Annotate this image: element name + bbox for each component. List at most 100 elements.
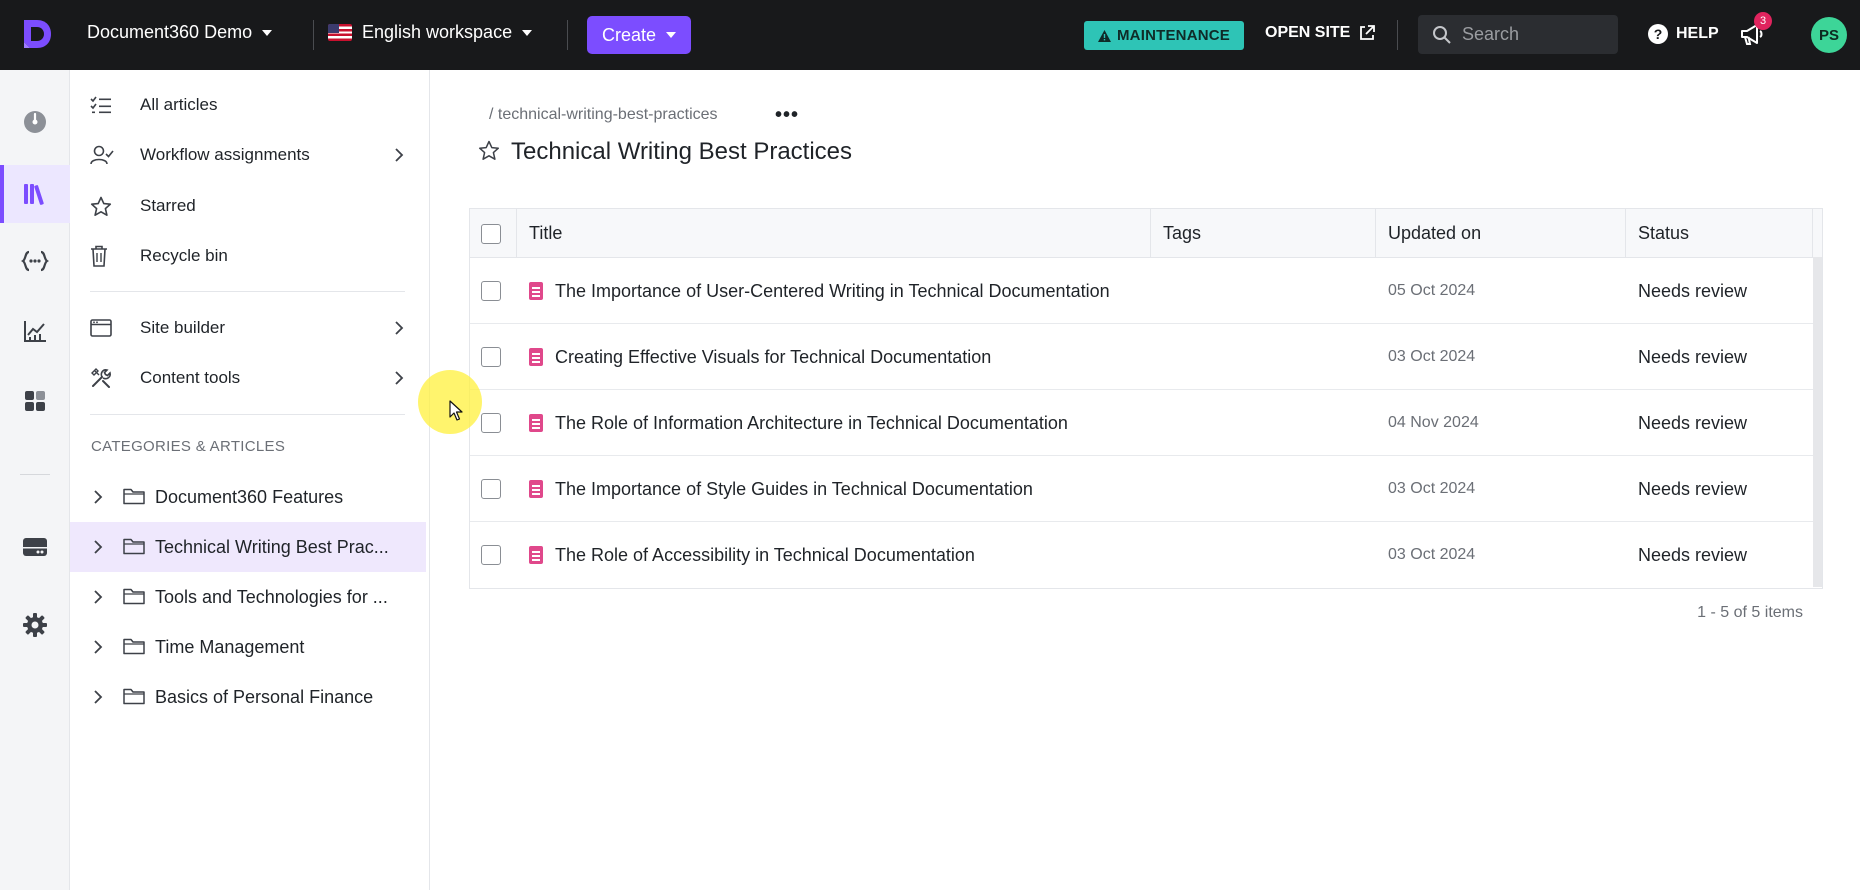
article-title-link[interactable]: The Role of Information Architecture in … xyxy=(555,413,1068,434)
table-row[interactable]: Creating Effective Visuals for Technical… xyxy=(470,324,1822,390)
search-input[interactable] xyxy=(1462,24,1602,45)
article-title-link[interactable]: The Role of Accessibility in Technical D… xyxy=(555,545,975,566)
article-icon xyxy=(529,414,543,432)
sidebar-item-label: Site builder xyxy=(140,318,226,337)
article-title-link[interactable]: The Importance of Style Guides in Techni… xyxy=(555,479,1033,500)
sidebar-item-site-builder[interactable]: Site builder xyxy=(90,308,410,348)
category-item[interactable]: Time Management xyxy=(70,622,426,672)
column-header-updated-on[interactable]: Updated on xyxy=(1388,209,1481,258)
chevron-right-icon[interactable] xyxy=(93,689,103,705)
api-docs-icon[interactable] xyxy=(0,232,70,290)
open-site-label: OPEN SITE xyxy=(1265,24,1351,41)
sidebar-item-content-tools[interactable]: Content tools xyxy=(90,358,410,398)
category-item[interactable]: Tools and Technologies for ... xyxy=(70,572,426,622)
column-header-status[interactable]: Status xyxy=(1638,209,1689,258)
folder-icon xyxy=(123,638,145,655)
divider xyxy=(90,414,405,415)
avatar[interactable]: PS xyxy=(1811,17,1847,53)
chevron-right-icon xyxy=(395,321,404,335)
maintenance-badge[interactable]: MAINTENANCE xyxy=(1084,21,1244,50)
external-link-icon xyxy=(1360,25,1376,40)
star-icon[interactable] xyxy=(478,140,500,161)
breadcrumb[interactable]: / technical-writing-best-practices xyxy=(489,106,718,124)
divider xyxy=(567,20,568,50)
article-title-link[interactable]: Creating Effective Visuals for Technical… xyxy=(555,347,991,368)
select-all-checkbox[interactable] xyxy=(481,223,501,244)
open-site-link[interactable]: OPEN SITE xyxy=(1265,24,1376,42)
category-name: Tools and Technologies for ... xyxy=(155,587,388,607)
column-header-title[interactable]: Title xyxy=(529,209,562,258)
folder-icon xyxy=(123,588,145,605)
help-label: HELP xyxy=(1676,25,1719,42)
table-row[interactable]: The Role of Accessibility in Technical D… xyxy=(470,522,1822,588)
analytics-icon[interactable] xyxy=(0,302,70,360)
article-icon xyxy=(529,348,543,366)
category-name: Time Management xyxy=(155,637,305,657)
us-flag-icon xyxy=(328,24,352,41)
chevron-right-icon[interactable] xyxy=(93,589,103,605)
column-divider xyxy=(516,209,517,258)
drive-icon[interactable] xyxy=(0,518,70,576)
updated-date: 03 Oct 2024 xyxy=(1388,348,1476,365)
sidebar-item-workflow-assignments[interactable]: Workflow assignments xyxy=(90,135,410,175)
more-options-button[interactable]: ••• xyxy=(775,104,799,127)
articles-table: Title Tags Updated on Status The Importa… xyxy=(469,208,1823,589)
table-row[interactable]: The Importance of Style Guides in Techni… xyxy=(470,456,1822,522)
category-item-active[interactable]: Technical Writing Best Prac... xyxy=(70,522,426,572)
pagination-summary: 1 - 5 of 5 items xyxy=(1697,604,1803,621)
updated-date: 03 Oct 2024 xyxy=(1388,480,1476,497)
sidebar-item-all-articles[interactable]: All articles xyxy=(90,85,410,125)
sidebar-item-label: Starred xyxy=(140,196,196,215)
column-divider xyxy=(1150,209,1151,258)
table-row[interactable]: The Importance of User-Centered Writing … xyxy=(470,258,1822,324)
column-divider xyxy=(1625,209,1626,258)
sidebar-item-recycle-bin[interactable]: Recycle bin xyxy=(90,236,410,276)
row-checkbox[interactable] xyxy=(481,281,501,301)
workspace-name: English workspace xyxy=(362,22,513,42)
article-icon xyxy=(529,282,543,300)
updated-date: 04 Nov 2024 xyxy=(1388,414,1479,431)
row-checkbox[interactable] xyxy=(481,545,501,565)
table-scrollbar[interactable] xyxy=(1813,257,1822,587)
page-title: Technical Writing Best Practices xyxy=(511,138,853,165)
chevron-right-icon[interactable] xyxy=(93,539,103,555)
category-item[interactable]: Basics of Personal Finance xyxy=(70,672,426,722)
status-label: Needs review xyxy=(1638,478,1748,499)
divider xyxy=(20,474,50,475)
sidebar-item-starred[interactable]: Starred xyxy=(90,186,410,226)
widgets-icon[interactable] xyxy=(0,372,70,430)
table-header: Title Tags Updated on Status xyxy=(470,209,1822,258)
article-title-link[interactable]: The Importance of User-Centered Writing … xyxy=(555,281,1110,302)
divider xyxy=(313,20,314,50)
status-label: Needs review xyxy=(1638,280,1748,301)
column-header-tags[interactable]: Tags xyxy=(1163,209,1201,258)
dashboard-icon[interactable] xyxy=(0,93,70,151)
sidebar-item-label: All articles xyxy=(140,95,218,114)
search-box[interactable] xyxy=(1418,15,1618,54)
maintenance-label: MAINTENANCE xyxy=(1116,27,1231,44)
help-button[interactable]: ? HELP xyxy=(1648,24,1719,44)
browser-window-icon xyxy=(90,319,112,337)
row-checkbox[interactable] xyxy=(481,413,501,433)
user-check-icon xyxy=(90,145,114,165)
table-row[interactable]: The Role of Information Architecture in … xyxy=(470,390,1822,456)
category-name: Technical Writing Best Prac... xyxy=(155,537,389,557)
chevron-right-icon xyxy=(395,371,404,385)
tools-icon xyxy=(91,368,111,388)
create-button[interactable]: Create xyxy=(587,16,691,54)
workspace-selector[interactable]: English workspace xyxy=(328,22,533,43)
folder-icon xyxy=(123,688,145,705)
question-icon: ? xyxy=(1648,24,1668,44)
knowledge-base-icon[interactable] xyxy=(0,165,70,223)
project-selector[interactable]: Document360 Demo xyxy=(87,22,273,43)
document360-logo-icon[interactable] xyxy=(20,17,54,51)
sidebar-item-label: Recycle bin xyxy=(140,246,228,265)
category-item[interactable]: Document360 Features xyxy=(70,472,426,522)
chevron-right-icon[interactable] xyxy=(93,639,103,655)
row-checkbox[interactable] xyxy=(481,479,501,499)
column-divider xyxy=(1375,209,1376,258)
row-checkbox[interactable] xyxy=(481,347,501,367)
chevron-right-icon[interactable] xyxy=(93,489,103,505)
settings-icon[interactable] xyxy=(0,596,70,654)
status-label: Needs review xyxy=(1638,346,1748,367)
